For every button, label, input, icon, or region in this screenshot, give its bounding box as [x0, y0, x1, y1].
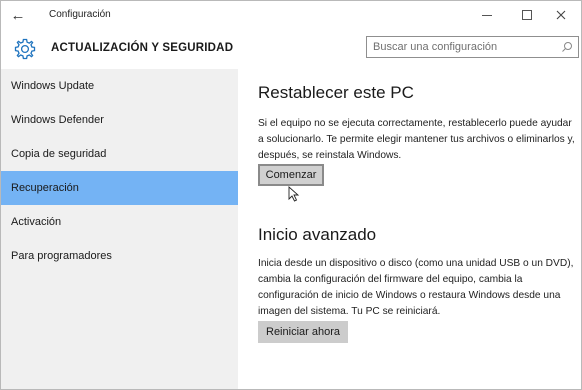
sidebar-item-label: Activación — [11, 216, 62, 228]
settings-window: ← Configuración ACTUALIZACIÓN Y SEGURIDA… — [0, 0, 582, 390]
sidebar-item-label: Windows Defender — [11, 114, 104, 126]
advanced-description: Inicia desde un dispositivo o disco (com… — [258, 258, 574, 317]
sidebar-item-developers[interactable]: Para programadores — [1, 239, 238, 273]
sidebar-item-label: Recuperación — [11, 182, 79, 194]
minimize-button[interactable] — [467, 1, 507, 29]
sidebar-item-windows-update[interactable]: Windows Update — [1, 69, 238, 103]
restart-now-button[interactable]: Reiniciar ahora — [258, 321, 348, 343]
sidebar-item-label: Copia de seguridad — [11, 148, 107, 160]
reset-section-title: Restablecer este PC — [258, 83, 414, 102]
reset-description: Si el equipo no se ejecuta correctamente… — [258, 118, 575, 161]
search-placeholder: Buscar una configuración — [373, 41, 498, 53]
sidebar: Windows Update Windows Defender Copia de… — [1, 69, 238, 389]
sidebar-item-backup[interactable]: Copia de seguridad — [1, 137, 238, 171]
close-button[interactable] — [541, 1, 581, 29]
page-header: ACTUALIZACIÓN Y SEGURIDAD Buscar una con… — [1, 29, 581, 69]
start-button[interactable]: Comenzar — [258, 164, 324, 186]
gear-icon — [14, 38, 36, 60]
sidebar-item-recovery[interactable]: Recuperación — [1, 171, 238, 205]
back-button[interactable]: ← — [3, 3, 33, 27]
main-content: Restablecer este PC Si el equipo no se e… — [238, 69, 581, 389]
close-icon — [556, 10, 566, 20]
maximize-icon — [522, 10, 532, 20]
title-bar: ← Configuración — [1, 1, 581, 29]
window-title: Configuración — [49, 9, 111, 20]
sidebar-item-label: Para programadores — [11, 250, 112, 262]
advanced-section-title: Inicio avanzado — [258, 225, 377, 244]
search-icon[interactable] — [561, 41, 573, 53]
search-input[interactable]: Buscar una configuración — [366, 36, 579, 58]
minimize-icon — [482, 14, 492, 16]
mouse-cursor-icon — [288, 186, 300, 202]
sidebar-item-activation[interactable]: Activación — [1, 205, 238, 239]
page-title: ACTUALIZACIÓN Y SEGURIDAD — [51, 42, 234, 54]
sidebar-item-label: Windows Update — [11, 80, 95, 92]
back-arrow-icon: ← — [10, 6, 26, 24]
sidebar-item-windows-defender[interactable]: Windows Defender — [1, 103, 238, 137]
